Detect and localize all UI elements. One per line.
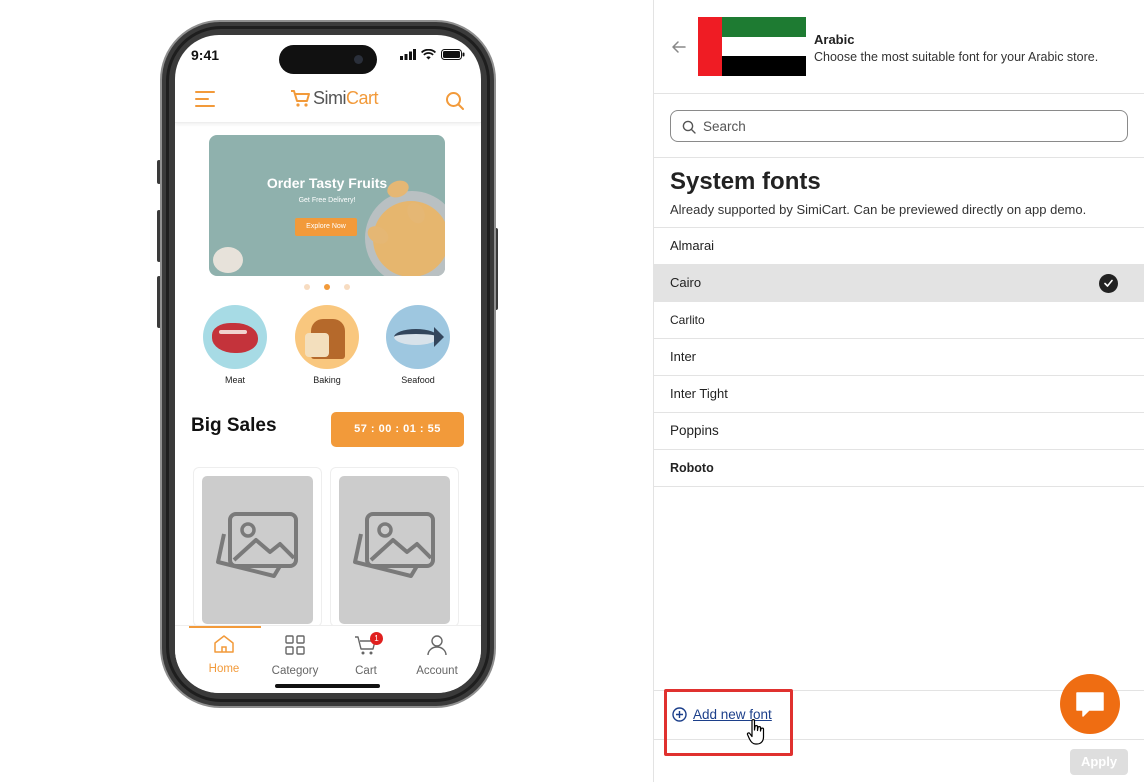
active-tab-indicator [189,626,261,628]
category-label: Seafood [401,375,435,385]
font-name: Carlito [670,313,705,327]
panel-header: Arabic Choose the most suitable font for… [654,0,1144,94]
bread-image [295,305,359,369]
pagination-dot-active[interactable] [324,284,330,290]
logo-cart-icon [291,89,310,107]
font-option-cairo[interactable]: Cairo [654,265,1144,302]
category-meat[interactable]: Meat [200,305,270,385]
status-bar: 9:41 [175,35,481,75]
dynamic-island [279,45,377,74]
logo-prefix: Simi [313,88,347,108]
category-seafood[interactable]: Seafood [383,305,453,385]
app-header: SimiCart [175,79,481,123]
cart-badge: 1 [370,632,383,645]
section-description: Already supported by SimiCart. Can be pr… [670,202,1087,217]
banner-subtitle: Get Free Delivery! [298,197,356,204]
tab-cart[interactable]: 1 Cart [330,632,402,677]
tab-label: Cart [355,665,377,677]
status-icons [400,49,465,60]
status-time: 9:41 [191,47,220,63]
chat-bubble-icon [1076,692,1104,717]
search-icon [682,120,696,134]
garlic-image [213,247,243,273]
image-placeholder-icon [339,476,450,624]
selected-check-icon [1099,274,1118,293]
phone-screen: 9:41 SimiCart Order Tasty Fruits Get Fre… [175,35,481,693]
product-card[interactable] [193,467,322,627]
promo-banner[interactable]: Order Tasty Fruits Get Free Delivery! Ex… [209,135,445,276]
tab-label: Account [416,665,458,677]
user-icon [427,635,447,656]
meat-image [203,305,267,369]
explore-now-button[interactable]: Explore Now [295,218,357,236]
font-name: Inter Tight [670,386,728,401]
font-option-roboto[interactable]: Roboto [654,450,1144,487]
home-indicator [275,684,380,688]
search-input[interactable] [703,115,1113,137]
tab-home[interactable]: Home [188,634,260,675]
language-title: Arabic [814,32,855,47]
logo-suffix: Cart [346,88,379,108]
font-name: Cairo [670,275,702,290]
pagination-dot[interactable] [304,284,310,290]
tab-category[interactable]: Category [259,634,331,677]
hamburger-menu-icon[interactable] [195,91,217,109]
search-field[interactable] [670,110,1128,142]
banner-title: Order Tasty Fruits [266,175,388,191]
hand-cursor-icon [746,719,765,745]
image-placeholder-icon [202,476,313,624]
font-name: Inter [670,349,697,364]
signal-icon [400,49,416,60]
font-option-carlito[interactable]: Carlito [654,302,1144,339]
category-label: Baking [313,375,341,385]
font-name: Almarai [670,238,715,253]
apply-button[interactable]: Apply [1070,749,1128,775]
pagination-dot[interactable] [344,284,350,290]
tab-account[interactable]: Account [401,634,473,677]
category-label: Meat [224,375,245,385]
font-settings-panel: Arabic Choose the most suitable font for… [654,0,1144,782]
product-card[interactable] [330,467,459,627]
language-description: Choose the most suitable font for your A… [814,50,1099,64]
font-name: Roboto [670,461,714,475]
fish-image [386,305,450,369]
search-section [654,94,1144,158]
app-search-icon[interactable] [445,91,465,111]
font-list: Almarai Cairo Carlito Inter Inter Tight … [654,227,1144,487]
category-baking[interactable]: Baking [292,305,362,385]
banner-pagination [304,284,350,290]
back-arrow-icon[interactable] [670,38,688,56]
font-option-inter[interactable]: Inter [654,339,1144,376]
font-option-inter-tight[interactable]: Inter Tight [654,376,1144,413]
category-row: Meat Baking Seafood [175,305,481,395]
font-option-almarai[interactable]: Almarai [654,228,1144,265]
chat-button[interactable] [1060,674,1120,734]
section-title: System fonts [670,168,821,195]
bottom-tab-bar: Home Category 1 Cart Account [175,625,481,693]
big-sales-title: Big Sales [191,415,277,436]
uae-flag-icon [698,17,806,76]
grid-icon [285,635,305,655]
battery-icon [441,49,465,60]
app-preview-area: 9:41 SimiCart Order Tasty Fruits Get Fre… [0,0,654,782]
font-option-poppins[interactable]: Poppins [654,413,1144,450]
countdown-timer: 57 : 00 : 01 : 55 [331,412,464,447]
tab-label: Category [271,665,319,677]
home-icon [214,635,234,653]
simicart-logo: SimiCart [289,88,379,109]
tab-label: Home [208,663,240,675]
wifi-icon [421,49,436,60]
highlight-annotation [664,689,793,756]
font-name: Poppins [670,423,719,438]
